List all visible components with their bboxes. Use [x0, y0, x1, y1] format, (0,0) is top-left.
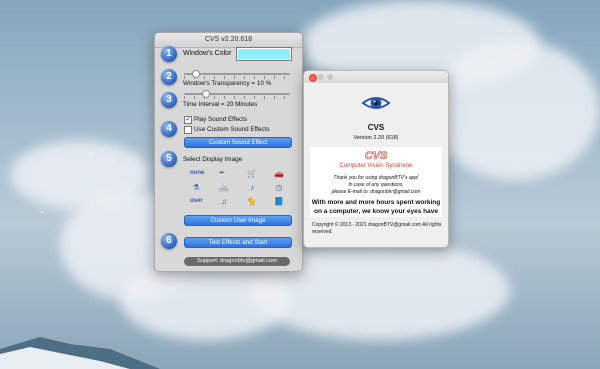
- about-description-line-2: on a computer, we know your eyes have: [314, 208, 438, 215]
- minimize-button[interactable]: [318, 74, 324, 80]
- about-app-name: CVS: [367, 123, 385, 132]
- bird-icon: ✈: [40, 210, 45, 216]
- cup-icon[interactable]: ☕: [216, 169, 228, 179]
- interval-label: Time Interval = 20 Minutes: [183, 101, 258, 108]
- about-questions: In case of any questions,: [348, 182, 404, 188]
- test-start-button[interactable]: Test Effects and Start: [184, 237, 292, 248]
- clock-icon[interactable]: ◷: [273, 183, 285, 193]
- cart-icon[interactable]: 🛒: [246, 169, 258, 179]
- step-4-badge: 4: [161, 121, 177, 137]
- image-option-user[interactable]: user: [190, 198, 203, 204]
- window-title: CVS v2.20.618: [155, 33, 302, 48]
- window-color-well[interactable]: [236, 47, 292, 61]
- car-icon[interactable]: 🚗: [273, 169, 285, 179]
- custom-sound-label: Use Custom Sound Effects: [194, 126, 270, 133]
- about-subtitle: Computer Vision Syndrome: [339, 163, 413, 169]
- headphones-icon[interactable]: ♫: [218, 197, 230, 207]
- cat-icon[interactable]: 🐈: [246, 197, 258, 207]
- about-title-bar: [304, 71, 448, 83]
- window-color-label: Window's Color: [183, 50, 232, 57]
- bird-icon: ✈: [88, 150, 95, 159]
- about-copyright: Copyright © 2013 - 2021 dragonBTV@gmail.…: [312, 222, 442, 235]
- bird-icon: ✈: [112, 160, 117, 166]
- select-image-label: Select Display Image: [183, 156, 243, 163]
- bottle-icon[interactable]: ⚗: [190, 183, 202, 193]
- mountain-graphic: [0, 337, 160, 369]
- step-5-badge: 5: [161, 151, 177, 167]
- custom-sound-button[interactable]: Custom Sound Effect: [184, 137, 292, 148]
- step-6-badge: 6: [161, 233, 177, 249]
- support-email-badge[interactable]: Support: dragonbtv@gmail.com: [184, 257, 290, 266]
- close-button[interactable]: [309, 74, 317, 82]
- about-logo-text: CVS: [364, 150, 388, 163]
- about-thanks: Thank you for using dragonBTV's app!: [333, 175, 419, 181]
- interval-slider[interactable]: [184, 93, 290, 95]
- step-3-badge: 3: [161, 92, 177, 108]
- custom-sound-checkbox[interactable]: [184, 126, 192, 134]
- play-sound-checkbox[interactable]: ✓: [184, 116, 192, 124]
- cvs-main-window: CVS v2.20.618: [154, 32, 303, 272]
- bicycle-icon[interactable]: 🚲: [218, 183, 230, 193]
- transparency-label: Window's Transparency = 10 %: [183, 80, 272, 87]
- step-2-badge: 2: [161, 69, 177, 85]
- about-email: please E-mail to: dragonbtv@gmail.com: [331, 189, 421, 195]
- transparency-slider-thumb[interactable]: [191, 70, 200, 78]
- about-version: Version 2.20 (618): [353, 135, 399, 141]
- zoom-button[interactable]: [327, 74, 333, 80]
- about-window: CVS Version 2.20 (618) CVS Computer Visi…: [303, 70, 449, 248]
- play-sound-label: Play Sound Effects: [194, 116, 248, 123]
- interval-slider-ticks: [184, 96, 290, 99]
- book-icon[interactable]: 📘: [273, 197, 285, 207]
- image-option-none[interactable]: none: [190, 170, 204, 176]
- step-1-badge: 1: [161, 46, 177, 62]
- transparency-slider[interactable]: [184, 73, 290, 75]
- about-description-line-1: With more and more hours spent working: [311, 199, 441, 206]
- guitar-icon[interactable]: ♪: [246, 183, 258, 193]
- transparency-slider-ticks: [184, 76, 290, 79]
- custom-image-button[interactable]: Custom User Image: [184, 215, 292, 226]
- eye-logo-icon: [361, 97, 391, 109]
